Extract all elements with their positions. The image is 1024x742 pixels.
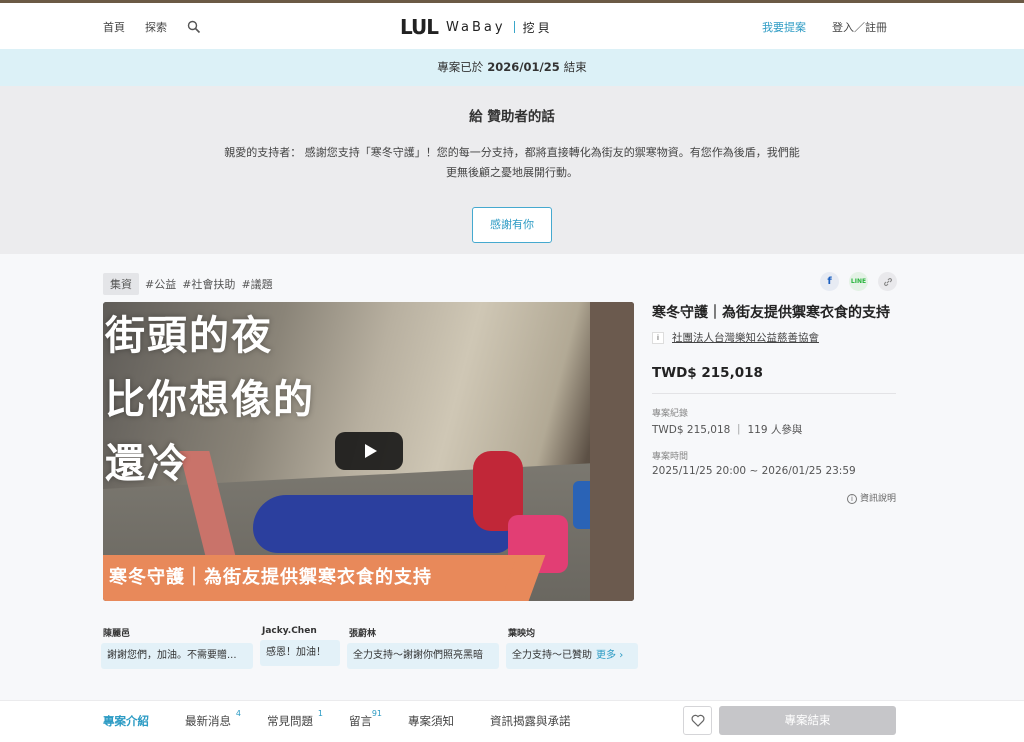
project-title: 寒冬守護｜為街友提供禦寒衣食的支持 [652, 305, 890, 321]
recent-comments: 陳麗邑 謝謝您們，加油。不需要贈... Jacky.Chen 感恩！加油！ 張蔚… [101, 626, 638, 669]
video-heading-line: 還冷 [105, 440, 189, 487]
more-comments-link[interactable]: 更多 › [596, 650, 623, 661]
tab-label: 資訊揭露與承諾 [490, 714, 571, 728]
play-video-button[interactable] [335, 432, 403, 470]
propose-link[interactable]: 我要提案 [762, 19, 806, 35]
sponsor-message-title: 給 贊助者的話 [469, 109, 555, 125]
record-label: 專案紀錄 [652, 409, 689, 419]
tab-label: 常見問題 [267, 714, 313, 728]
comment-bubble: 全力支持～已贊助 更多 › [506, 643, 638, 669]
summary-divider [652, 393, 896, 394]
sponsor-message-text: 親愛的支持者： 感謝您支持「寒冬守護」！您的每一分支持，都將直接轉化為街友的禦寒… [224, 146, 800, 179]
project-tab-bar: 專案介紹 最新消息 4 常見問題 1 留言 91 專案須知 資訊揭露與承諾 專案結束 [0, 700, 1024, 742]
project-type-tag[interactable]: 集資 [103, 273, 139, 295]
video-heading-line: 比你想像的 [105, 376, 315, 423]
comment-card[interactable]: 陳麗邑 謝謝您們，加油。不需要贈... [101, 626, 253, 669]
share-buttons: f LINE [820, 272, 897, 291]
project-summary: 寒冬守護｜為街友提供禦寒衣食的支持 i 社團法人台灣樂知公益慈善協會 TWD$ … [652, 302, 896, 504]
tab-label: 專案須知 [408, 714, 454, 728]
tab-news[interactable]: 最新消息 4 [185, 709, 241, 729]
tag-link[interactable]: #議題 [241, 276, 272, 292]
facebook-share-icon[interactable]: f [820, 272, 839, 291]
nav-explore-link[interactable]: 探索 [145, 19, 167, 35]
project-ended-button: 專案結束 [719, 706, 896, 735]
info-note-label: 資訊說明 [859, 494, 896, 504]
tag-link[interactable]: #社會扶助 [182, 276, 235, 292]
tab-count: 1 [317, 709, 323, 718]
chevron-right-icon: › [619, 650, 624, 661]
tab-label: 留言 [349, 714, 372, 728]
organizer-name-link[interactable]: 社團法人台灣樂知公益慈善協會 [672, 330, 819, 345]
record-value: TWD$ 215,018 ｜ 119 人參與 [652, 424, 803, 436]
tag-link[interactable]: #公益 [145, 276, 176, 292]
project-ended-banner: 專案已於 2026/01/25 結束 [0, 49, 1024, 86]
logo-text: WaBay [446, 19, 506, 35]
tab-introduction[interactable]: 專案介紹 [103, 713, 149, 729]
video-caption: 寒冬守護｜為街友提供禦寒衣食的支持 [103, 555, 523, 601]
comment-user: 陳麗邑 [103, 629, 131, 639]
tab-label: 專案介紹 [103, 714, 149, 728]
sponsor-message-section: 給 贊助者的話 親愛的支持者： 感謝您支持「寒冬守護」！您的每一分支持，都將直接… [0, 86, 1024, 254]
comment-user: 葉映均 [508, 629, 536, 639]
time-value: 2025/11/25 20:00 ~ 2026/01/25 23:59 [652, 465, 856, 477]
thank-you-button[interactable]: 感謝有你 [472, 207, 552, 243]
comment-user: 張蔚林 [349, 629, 377, 639]
login-register-link[interactable]: 登入／註冊 [832, 19, 887, 35]
comment-text: 謝謝您們，加油。不需要贈... [101, 643, 253, 669]
organizer-avatar-icon: i [652, 331, 664, 344]
comment-text: 全力支持～謝謝你們照亮黑暗 [347, 643, 499, 669]
banner-prefix: 專案已於 [437, 60, 484, 74]
comment-text: 感恩！加油！ [260, 640, 340, 666]
video-heading-text: 街頭的夜 比你想像的 還冷 [105, 304, 315, 496]
tab-count: 91 [371, 709, 382, 718]
comment-text: 全力支持～已贊助 [512, 650, 592, 661]
project-tags: 集資 #公益 #社會扶助 #議題 [103, 273, 273, 295]
tab-faq[interactable]: 常見問題 1 [267, 709, 323, 729]
logo-mark: LUL [400, 15, 439, 39]
video-heading-line: 街頭的夜 [105, 312, 273, 359]
tab-count: 4 [235, 709, 241, 718]
banner-suffix: 結束 [563, 60, 587, 74]
comment-card[interactable]: 張蔚林 全力支持～謝謝你們照亮黑暗 [347, 626, 499, 669]
comment-card[interactable]: Jacky.Chen 感恩！加油！ [260, 626, 340, 669]
favorite-heart-icon[interactable] [683, 706, 712, 735]
tab-comments[interactable]: 留言 91 [349, 709, 382, 729]
site-logo[interactable]: LUL WaBay 挖貝 [400, 15, 553, 39]
time-label: 專案時間 [652, 452, 689, 462]
nav-home-link[interactable]: 首頁 [103, 19, 125, 35]
banner-date: 2026/01/25 [487, 60, 560, 74]
nav-right: 我要提案 登入／註冊 [762, 19, 887, 35]
project-video[interactable]: 街頭的夜 比你想像的 還冷 寒冬守護｜為街友提供禦寒衣食的支持 [103, 302, 634, 601]
nav-left: 首頁 探索 [103, 19, 201, 35]
line-share-icon[interactable]: LINE [849, 272, 868, 291]
logo-chinese-text: 挖貝 [522, 20, 553, 35]
search-icon[interactable] [187, 20, 201, 34]
info-note-link[interactable]: i 資訊說明 [652, 491, 896, 504]
more-comments-label: 更多 [596, 650, 616, 661]
comment-card[interactable]: 葉映均 全力支持～已贊助 更多 › [506, 626, 638, 669]
project-tabs: 專案介紹 最新消息 4 常見問題 1 留言 91 專案須知 資訊揭露與承諾 [103, 709, 571, 729]
copy-link-icon[interactable] [878, 272, 897, 291]
video-thumbnail-door [590, 302, 634, 601]
raised-amount: TWD$ 215,018 [652, 365, 763, 381]
project-main-section: 集資 #公益 #社會扶助 #議題 f LINE 街頭的夜 比你想像的 還冷 寒冬… [0, 254, 1024, 700]
tab-disclosure[interactable]: 資訊揭露與承諾 [490, 713, 571, 729]
tab-label: 最新消息 [185, 714, 231, 728]
tab-notice[interactable]: 專案須知 [408, 713, 454, 729]
comment-user: Jacky.Chen [262, 626, 317, 636]
info-icon: i [846, 494, 857, 504]
project-organizer: i 社團法人台灣樂知公益慈善協會 [652, 330, 896, 345]
logo-separator [513, 21, 515, 33]
site-header: 首頁 探索 LUL WaBay 挖貝 我要提案 登入／註冊 [0, 3, 1024, 49]
